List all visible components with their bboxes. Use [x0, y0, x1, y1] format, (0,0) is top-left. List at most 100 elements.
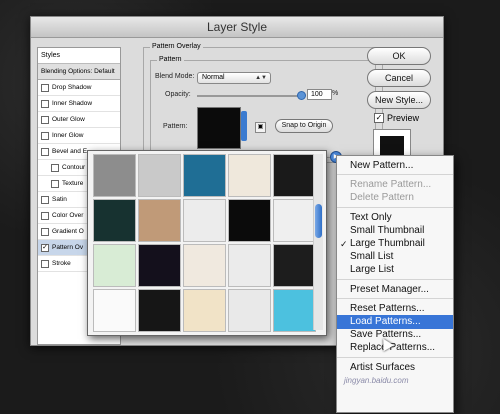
menu-item[interactable]: ✓ Large Thumbnail	[337, 237, 453, 251]
menu-item-label: Artist Surfaces	[350, 361, 416, 373]
style-checkbox[interactable]: ✓	[41, 243, 49, 252]
pattern-dropdown-arrow-icon[interactable]	[241, 111, 247, 141]
preview-checkbox-row[interactable]: ✓ Preview	[371, 113, 419, 123]
menu-item[interactable]: Text Only	[337, 211, 453, 225]
pattern-swatch-cell[interactable]	[273, 289, 316, 332]
style-item-label: Texture	[62, 180, 84, 187]
select-arrows-icon: ▲▼	[255, 75, 267, 81]
style-item-label: Stroke	[52, 260, 71, 267]
opacity-label: Opacity:	[165, 91, 191, 98]
pattern-swatch-cell[interactable]	[138, 154, 181, 197]
style-item-label: Drop Shadow	[52, 84, 92, 91]
pattern-swatch-cell[interactable]	[183, 199, 226, 242]
menu-item-label: Rename Pattern...	[350, 179, 432, 191]
opacity-slider-thumb[interactable]	[297, 91, 306, 100]
pattern-swatch-cell[interactable]	[183, 289, 226, 332]
style-checkbox[interactable]	[41, 259, 49, 268]
menu-item[interactable]: Reset Patterns...	[337, 302, 453, 316]
watermark: jingyan.baidu.com	[344, 376, 409, 385]
menu-item: Rename Pattern...	[337, 178, 453, 192]
style-checkbox[interactable]	[41, 195, 49, 204]
menu-item[interactable]: Preset Manager...	[337, 283, 453, 297]
style-item[interactable]: Drop Shadow	[38, 80, 120, 96]
menu-item[interactable]: Small Thumbnail	[337, 224, 453, 238]
menu-item-label: Preset Manager...	[350, 283, 429, 295]
pattern-picker-scroll-thumb[interactable]	[315, 204, 322, 238]
menu-item-label: Small List	[350, 251, 394, 263]
pattern-swatch-cell[interactable]	[138, 244, 181, 287]
style-item-label: Inner Glow	[52, 132, 84, 139]
menu-item[interactable]: Load Patterns...	[337, 315, 453, 329]
pattern-swatch-cell[interactable]	[93, 199, 136, 242]
pattern-swatch-cell[interactable]	[273, 244, 316, 287]
pattern-swatch-cell[interactable]	[138, 289, 181, 332]
style-checkbox[interactable]	[41, 211, 49, 220]
style-item-label: Pattern Ov	[52, 244, 84, 251]
menu-separator	[337, 356, 453, 358]
pattern-swatch-cell[interactable]	[228, 154, 271, 197]
style-item-label: Color Over	[52, 212, 84, 219]
menu-separator	[337, 206, 453, 208]
menu-item-label: Large Thumbnail	[350, 238, 425, 249]
menu-separator	[337, 174, 453, 176]
opacity-slider-track[interactable]	[197, 95, 301, 97]
style-item-label: Gradient O	[52, 228, 84, 235]
menu-item[interactable]: New Pattern...	[337, 159, 453, 173]
pattern-swatch-cell[interactable]	[183, 154, 226, 197]
menu-item[interactable]: Large List	[337, 263, 453, 277]
preview-label: Preview	[387, 113, 420, 123]
opacity-field[interactable]: 100	[307, 89, 332, 100]
style-checkbox[interactable]	[41, 99, 49, 108]
pattern-picker-panel	[87, 150, 327, 336]
pattern-subgroup-title: Pattern	[157, 56, 184, 63]
style-item-label: Satin	[52, 196, 67, 203]
opacity-unit: %	[332, 90, 339, 97]
style-checkbox[interactable]	[51, 163, 59, 172]
pattern-swatch-cell[interactable]	[228, 289, 271, 332]
pattern-swatch-cell[interactable]	[93, 244, 136, 287]
pattern-swatch-cell[interactable]	[93, 154, 136, 197]
menu-item[interactable]: Artist Surfaces	[337, 361, 453, 375]
style-item[interactable]: Inner Shadow	[38, 96, 120, 112]
blend-mode-select[interactable]: Normal ▲▼	[197, 72, 271, 84]
pattern-overlay-group: Pattern Overlay Pattern Blend Mode: Norm…	[143, 43, 383, 163]
snap-to-origin-button[interactable]: Snap to Origin	[275, 119, 333, 133]
new-preset-icon[interactable]: ▣	[255, 122, 266, 133]
menu-item[interactable]: Save Patterns...	[337, 328, 453, 342]
menu-item[interactable]: Small List	[337, 250, 453, 264]
pattern-swatch-cell[interactable]	[228, 244, 271, 287]
styles-header[interactable]: Styles	[38, 48, 120, 64]
pattern-swatch-cell[interactable]	[273, 199, 316, 242]
cancel-button[interactable]: Cancel	[367, 69, 431, 87]
pattern-picker-scrollbar[interactable]	[313, 154, 323, 330]
menu-item-label: Reset Patterns...	[350, 302, 425, 314]
pattern-swatch-cell[interactable]	[93, 289, 136, 332]
menu-separator	[337, 278, 453, 280]
style-checkbox[interactable]	[41, 131, 49, 140]
new-style-button[interactable]: New Style...	[367, 91, 431, 109]
dialog-title: Layer Style	[31, 17, 443, 38]
style-item-label: Outer Glow	[52, 116, 85, 123]
preview-checkbox[interactable]: ✓	[374, 113, 384, 123]
pattern-label: Pattern:	[163, 123, 188, 130]
blending-options-item[interactable]: Blending Options: Default	[38, 64, 120, 80]
ok-button[interactable]: OK	[367, 47, 431, 65]
style-checkbox[interactable]	[41, 147, 49, 156]
style-checkbox[interactable]	[41, 83, 49, 92]
pattern-swatch[interactable]	[197, 107, 241, 149]
style-item[interactable]: Inner Glow	[38, 128, 120, 144]
style-checkbox[interactable]	[41, 227, 49, 236]
pattern-swatch-cell[interactable]	[138, 199, 181, 242]
blend-mode-value: Normal	[202, 74, 225, 81]
menu-item-label: Delete Pattern	[350, 192, 414, 204]
pattern-swatch-cell[interactable]	[273, 154, 316, 197]
style-checkbox[interactable]	[41, 115, 49, 124]
style-checkbox[interactable]	[51, 179, 59, 188]
pattern-overlay-title: Pattern Overlay	[150, 43, 203, 50]
pattern-swatch-cell[interactable]	[183, 244, 226, 287]
menu-separator	[337, 297, 453, 299]
style-item[interactable]: Outer Glow	[38, 112, 120, 128]
menu-item[interactable]: Replace Patterns...	[337, 341, 453, 355]
pattern-swatch-cell[interactable]	[228, 199, 271, 242]
menu-item-label: New Pattern...	[350, 160, 414, 171]
